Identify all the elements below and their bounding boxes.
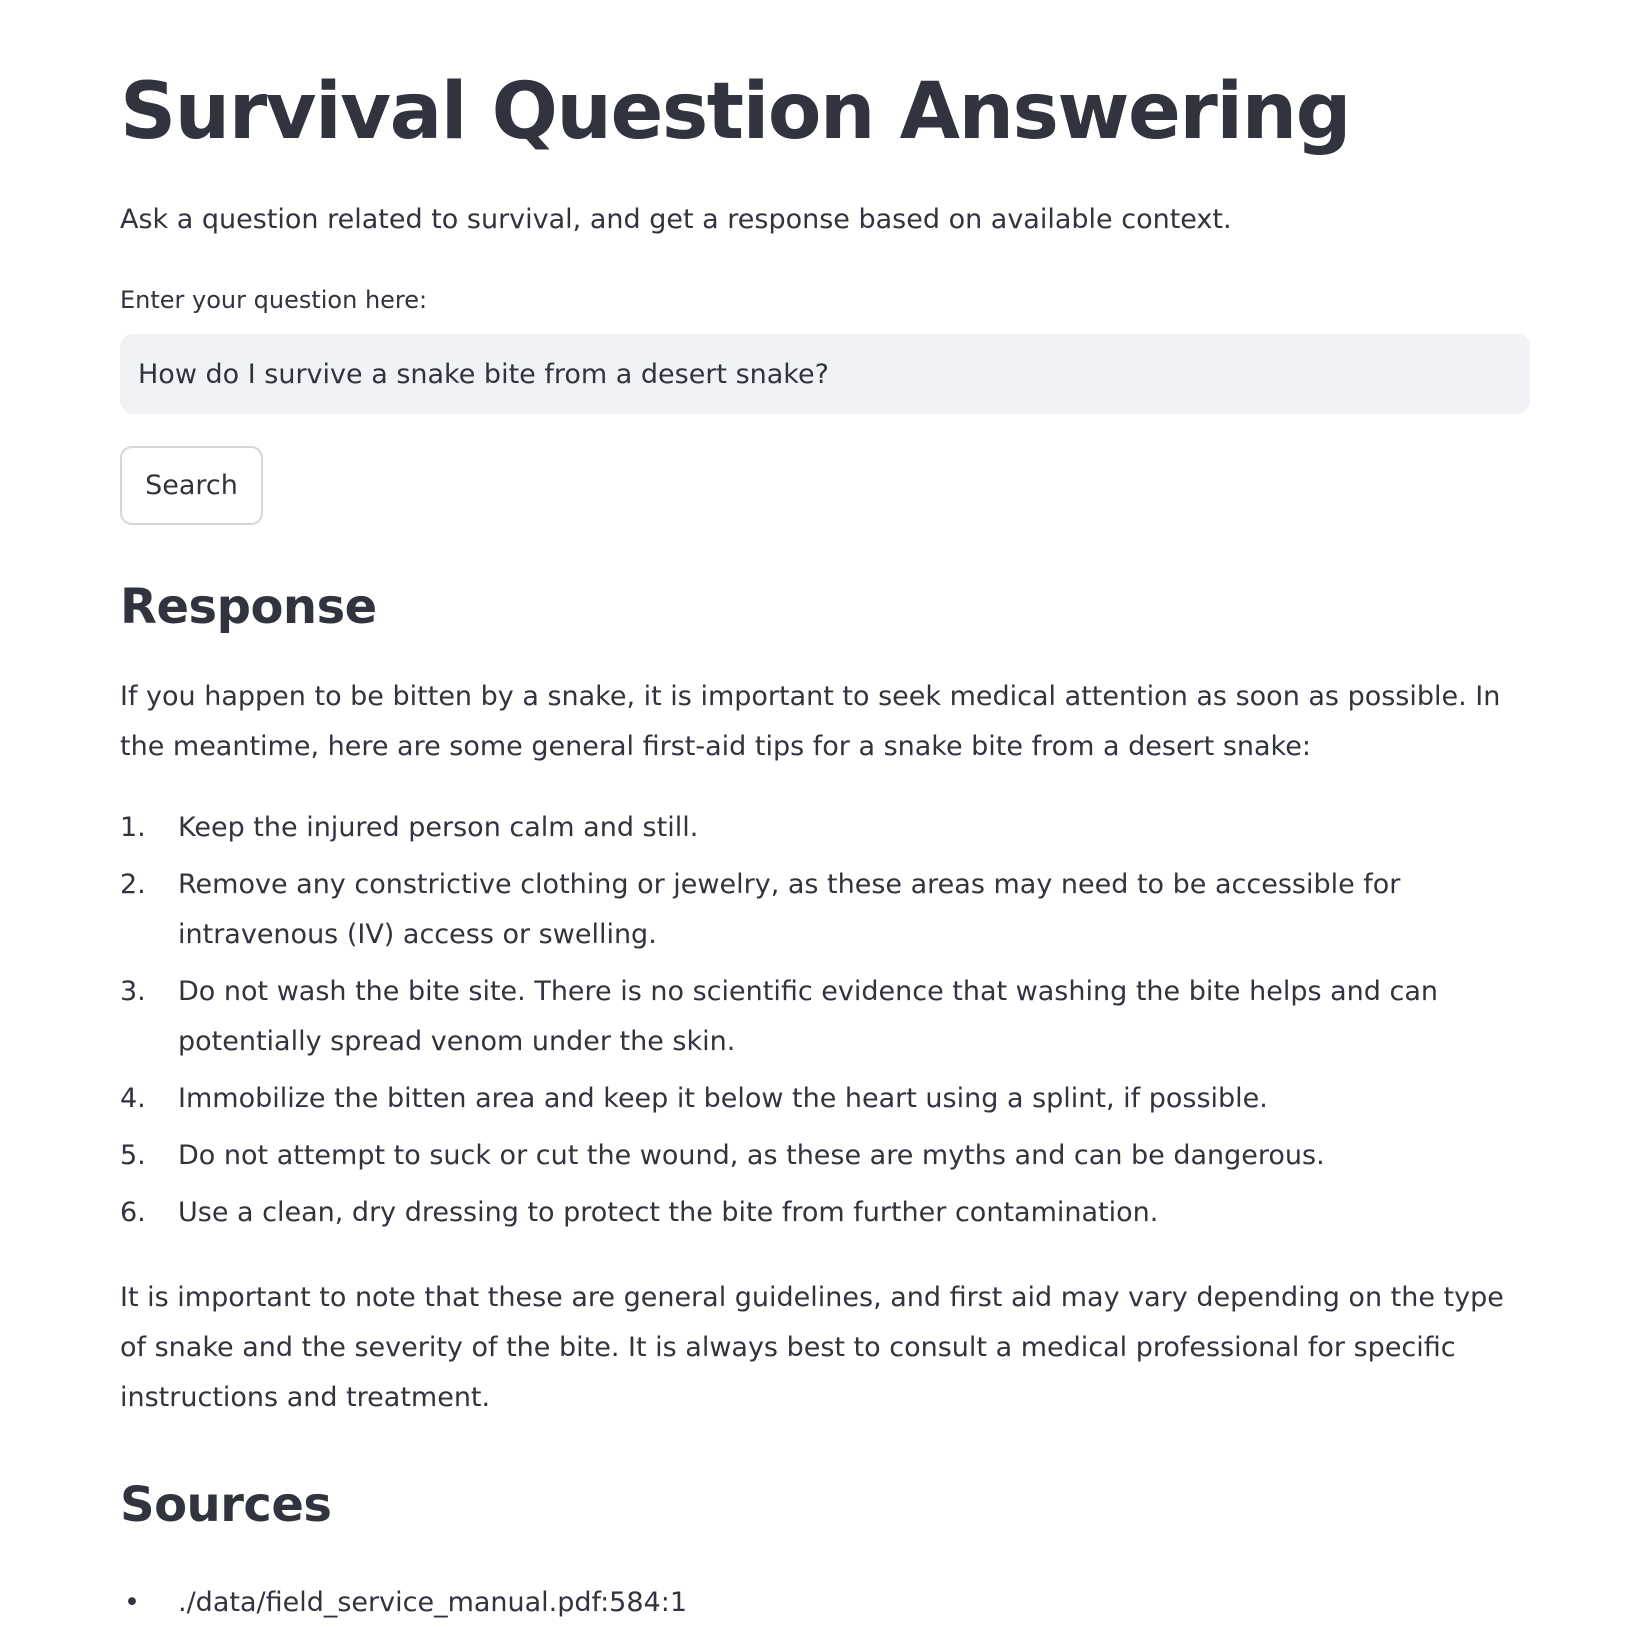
list-item-text: Immobilize the bitten area and keep it b…: [178, 1083, 1268, 1114]
source-path: ./data/field_service_manual.pdf:584:1: [178, 1587, 687, 1618]
list-item: 6. Use a clean, dry dressing to protect t…: [120, 1188, 1530, 1238]
list-item-number: 3.: [120, 976, 146, 1007]
first-aid-steps-list: 1. Keep the injured person calm and still…: [120, 803, 1530, 1245]
list-item-number: 5.: [120, 1140, 146, 1171]
list-item-text: Do not wash the bite site. There is no s…: [178, 976, 1439, 1057]
question-input-label: Enter your question here:: [120, 286, 428, 314]
list-item: 3. Do not wash the bite site. There is no…: [120, 967, 1530, 1067]
question-input[interactable]: [120, 334, 1530, 414]
page-subtitle: Ask a question related to survival, and …: [120, 204, 1232, 235]
page-title: Survival Question Answering: [120, 67, 1351, 157]
bullet-icon: •: [124, 1587, 140, 1618]
response-heading: Response: [120, 579, 377, 635]
list-item: 1. Keep the injured person calm and still…: [120, 803, 1530, 853]
response-intro: If you happen to be bitten by a snake, i…: [120, 681, 1501, 762]
response-outro: It is important to note that these are g…: [120, 1282, 1504, 1413]
list-item-number: 2.: [120, 869, 146, 900]
source-item: • ./data/field_service_manual.pdf:584:1: [120, 1578, 687, 1628]
list-item-number: 6.: [120, 1197, 146, 1228]
list-item: 4. Immobilize the bitten area and keep it…: [120, 1074, 1530, 1124]
sources-heading: Sources: [120, 1477, 332, 1533]
search-button[interactable]: Search: [120, 446, 263, 525]
list-item-text: Remove any constrictive clothing or jewe…: [178, 869, 1401, 950]
sources-list: • ./data/field_service_manual.pdf:584:1: [120, 1578, 687, 1628]
list-item-number: 4.: [120, 1083, 146, 1114]
list-item-number: 1.: [120, 812, 146, 843]
list-item: 5. Do not attempt to suck or cut the woun…: [120, 1131, 1530, 1181]
list-item-text: Use a clean, dry dressing to protect the…: [178, 1197, 1159, 1228]
list-item-text: Keep the injured person calm and still.: [178, 812, 699, 843]
list-item-text: Do not attempt to suck or cut the wound,…: [178, 1140, 1325, 1171]
list-item: 2. Remove any constrictive clothing or je…: [120, 860, 1530, 960]
